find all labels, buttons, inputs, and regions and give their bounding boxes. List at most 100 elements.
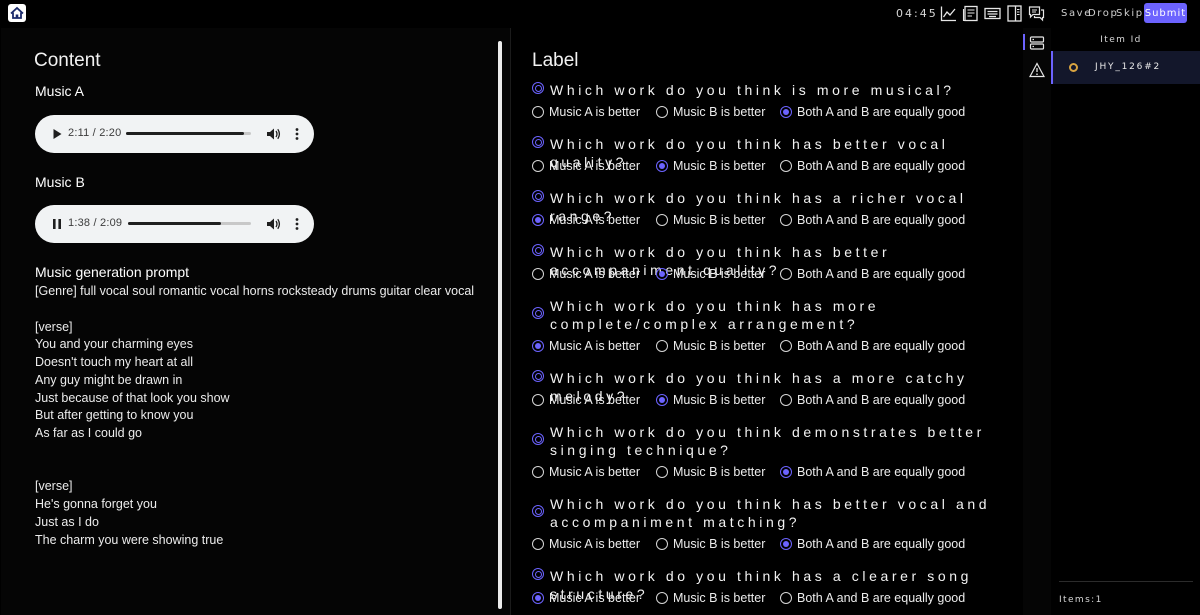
option-label: Both A and B are equally good bbox=[797, 105, 966, 119]
radio-button[interactable] bbox=[656, 340, 668, 352]
document-icon[interactable] bbox=[962, 5, 979, 22]
prompt-line: Doesn't touch my heart at all bbox=[35, 355, 194, 369]
radio-button[interactable] bbox=[656, 538, 668, 550]
question-icon bbox=[532, 568, 544, 580]
content-scrollbar[interactable] bbox=[498, 41, 502, 609]
radio-button[interactable] bbox=[656, 160, 668, 172]
content-title: Content bbox=[34, 50, 101, 71]
radio-button[interactable] bbox=[656, 592, 668, 604]
split-view-icon[interactable] bbox=[1006, 5, 1023, 22]
option-label: Music B is better bbox=[673, 159, 766, 173]
music-a-label: Music A bbox=[35, 83, 85, 99]
option-label: Both A and B are equally good bbox=[797, 213, 966, 227]
option-label: Music B is better bbox=[673, 537, 766, 551]
items-header: Item Id bbox=[1100, 35, 1142, 45]
radio-button[interactable] bbox=[532, 394, 544, 406]
option-label: Music B is better bbox=[673, 591, 766, 605]
prompt-title: Music generation prompt bbox=[35, 264, 190, 280]
question-icon bbox=[532, 244, 544, 256]
option-label: Both A and B are equally good bbox=[797, 465, 966, 479]
option-label: Music B is better bbox=[673, 465, 766, 479]
prompt-line: Any guy might be drawn in bbox=[35, 373, 183, 387]
prompt-line: Just because of that look you show bbox=[35, 391, 230, 405]
radio-button[interactable] bbox=[780, 592, 792, 604]
radio-button[interactable] bbox=[656, 394, 668, 406]
option-label: Music A is better bbox=[549, 591, 641, 605]
option-label: Music A is better bbox=[549, 537, 641, 551]
radio-button[interactable] bbox=[532, 538, 544, 550]
drop-button[interactable]: Drop bbox=[1088, 8, 1118, 19]
option-label: Music A is better bbox=[549, 393, 641, 407]
radio-button[interactable] bbox=[656, 106, 668, 118]
question-text: Which work do you think demonstrates bet… bbox=[550, 424, 985, 458]
radio-button[interactable] bbox=[780, 214, 792, 226]
question-text: Which work do you think has better vocal… bbox=[550, 496, 991, 530]
question-text: Which work do you think has more complet… bbox=[550, 298, 880, 332]
content-panel: Content Music A 2:11 / 2:20 Music B 1:38… bbox=[1, 28, 511, 615]
option-label: Music A is better bbox=[549, 339, 641, 353]
keyboard-icon[interactable] bbox=[984, 5, 1001, 22]
item-row[interactable]: JHY_126#2 bbox=[1051, 51, 1200, 84]
radio-button[interactable] bbox=[780, 466, 792, 478]
volume-icon[interactable] bbox=[265, 126, 281, 142]
warning-icon[interactable] bbox=[1029, 62, 1045, 78]
option-label: Music B is better bbox=[673, 339, 766, 353]
option-label: Music A is better bbox=[549, 159, 641, 173]
question-icon bbox=[532, 136, 544, 148]
radio-button[interactable] bbox=[780, 538, 792, 550]
volume-icon[interactable] bbox=[265, 216, 281, 232]
music-a-player[interactable]: 2:11 / 2:20 bbox=[35, 115, 314, 153]
comments-icon[interactable] bbox=[1028, 5, 1045, 22]
line-chart-icon[interactable] bbox=[940, 5, 957, 22]
music-b-time: 1:38 / 2:09 bbox=[68, 217, 123, 229]
question-icon bbox=[532, 307, 544, 319]
radio-button[interactable] bbox=[780, 268, 792, 280]
play-icon[interactable] bbox=[49, 126, 65, 142]
home-icon[interactable] bbox=[7, 3, 27, 23]
radio-button[interactable] bbox=[780, 106, 792, 118]
radio-button[interactable] bbox=[532, 106, 544, 118]
option-label: Both A and B are equally good bbox=[797, 159, 966, 173]
radio-button[interactable] bbox=[780, 160, 792, 172]
prompt-line: Just as I do bbox=[35, 515, 99, 529]
radio-button[interactable] bbox=[656, 268, 668, 280]
option-label: Both A and B are equally good bbox=[797, 393, 966, 407]
radio-button[interactable] bbox=[532, 340, 544, 352]
radio-button[interactable] bbox=[656, 466, 668, 478]
radio-button[interactable] bbox=[532, 268, 544, 280]
list-icon[interactable] bbox=[1029, 35, 1045, 51]
more-options-icon[interactable] bbox=[289, 216, 305, 232]
prompt-line: But after getting to know you bbox=[35, 408, 194, 422]
radio-button[interactable] bbox=[532, 160, 544, 172]
option-label: Music A is better bbox=[549, 267, 641, 281]
music-a-seek-bar[interactable] bbox=[126, 132, 251, 135]
radio-button[interactable] bbox=[532, 592, 544, 604]
music-b-player[interactable]: 1:38 / 2:09 bbox=[35, 205, 314, 243]
submit-button[interactable]: Submit bbox=[1144, 3, 1187, 23]
radio-button[interactable] bbox=[780, 340, 792, 352]
music-b-seek-bar[interactable] bbox=[128, 222, 251, 225]
radio-button[interactable] bbox=[532, 214, 544, 226]
prompt-line: [Genre] full vocal soul romantic vocal h… bbox=[35, 284, 475, 298]
radio-button[interactable] bbox=[780, 394, 792, 406]
label-title: Label bbox=[532, 50, 579, 71]
option-label: Both A and B are equally good bbox=[797, 267, 966, 281]
label-panel: Label Which work do you think is more mu… bbox=[514, 28, 1023, 615]
items-panel: Item Id JHY_126#2 Items:1 bbox=[1051, 28, 1200, 615]
option-label: Music B is better bbox=[673, 267, 766, 281]
prompt-line: [verse] bbox=[35, 320, 73, 334]
countdown-timer: 04:45 bbox=[896, 7, 938, 20]
prompt-line: The charm you were showing true bbox=[35, 533, 224, 547]
radio-button[interactable] bbox=[532, 466, 544, 478]
question-icon bbox=[532, 190, 544, 202]
option-label: Both A and B are equally good bbox=[797, 591, 966, 605]
pause-icon[interactable] bbox=[49, 216, 65, 232]
question-icon bbox=[532, 82, 544, 94]
divider bbox=[1059, 581, 1193, 582]
skip-button[interactable]: Skip bbox=[1116, 8, 1144, 19]
question-icon bbox=[532, 505, 544, 517]
radio-button[interactable] bbox=[656, 214, 668, 226]
question-text: Which work do you think is more musical? bbox=[550, 82, 955, 98]
more-options-icon[interactable] bbox=[289, 126, 305, 142]
option-label: Both A and B are equally good bbox=[797, 537, 966, 551]
